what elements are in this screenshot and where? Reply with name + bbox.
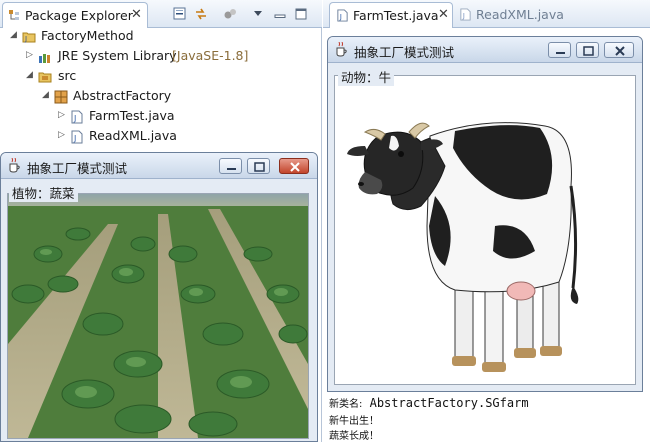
minimize-button[interactable]	[548, 42, 571, 58]
tab-label: FarmTest.java	[353, 8, 439, 23]
maximize-icon	[254, 162, 265, 172]
tree-item-label: ReadXML.java	[89, 128, 177, 143]
close-icon	[615, 46, 625, 56]
java-file-icon: J	[337, 9, 348, 22]
svg-text:J: J	[73, 114, 76, 123]
source-folder-icon	[38, 72, 52, 83]
svg-text:J: J	[462, 11, 465, 20]
java-file-icon: J	[460, 8, 471, 21]
expanded-arrow-icon[interactable]: ◢	[42, 90, 49, 100]
package-explorer-icon	[9, 10, 19, 20]
maximize-button[interactable]	[576, 42, 599, 58]
maximize-icon	[583, 46, 594, 56]
maximize-view-icon[interactable]	[293, 6, 309, 22]
library-icon	[39, 54, 50, 63]
cabbage-field-image	[8, 194, 308, 438]
close-icon	[290, 162, 300, 172]
package-explorer-tab-label: Package Explorer	[25, 8, 133, 23]
tree-item-package[interactable]: ◢ AbstractFactory	[0, 87, 300, 107]
collapse-all-icon[interactable]	[172, 6, 188, 22]
view-menu-icon[interactable]	[250, 6, 266, 22]
expanded-arrow-icon[interactable]: ◢	[26, 70, 33, 80]
animal-window-titlebar[interactable]: 抽象工厂模式测试	[328, 37, 642, 63]
minimize-icon	[227, 168, 236, 170]
animal-panel-label: 动物：牛	[338, 67, 395, 86]
tree-item-project[interactable]: ◢ J FactoryMethod	[0, 27, 300, 47]
animal-panel	[334, 75, 636, 385]
plant-panel	[7, 193, 309, 439]
package-icon	[54, 90, 68, 104]
tree-item-label: AbstractFactory	[73, 88, 172, 103]
link-with-editor-icon[interactable]	[193, 6, 209, 22]
console-line-prefix: 新类名:	[329, 399, 363, 410]
tree-item-suffix: [JavaSE-1.8]	[172, 48, 249, 63]
tree-item-jre-library[interactable]: ▷ JRE System Library [JavaSE-1.8]	[0, 47, 300, 67]
tab-readxml[interactable]: J ReadXML.java	[455, 2, 575, 28]
svg-text:J: J	[73, 134, 76, 143]
java-file-icon: J	[71, 110, 83, 124]
window-title: 抽象工厂模式测试	[354, 45, 455, 60]
minimize-view-icon[interactable]	[272, 6, 288, 22]
maximize-button[interactable]	[247, 158, 270, 174]
java-project-icon: J	[22, 32, 36, 43]
expanded-arrow-icon[interactable]: ◢	[10, 30, 17, 40]
console-output: 新类名: AbstractFactory.SGfarm 新牛出生！ 蔬菜长成！	[323, 392, 650, 442]
java-cup-icon	[336, 42, 347, 57]
focus-on-working-set-icon[interactable]	[222, 6, 238, 22]
tree-item-readxml[interactable]: ▷ J ReadXML.java	[0, 127, 300, 147]
tab-package-explorer[interactable]: Package Explorer ✕	[2, 2, 148, 28]
close-button[interactable]	[279, 158, 309, 174]
svg-text:J: J	[24, 35, 27, 43]
minimize-button[interactable]	[219, 158, 242, 174]
svg-text:J: J	[339, 12, 342, 21]
cow-image	[347, 122, 579, 372]
tree-item-label: JRE System Library	[58, 48, 177, 63]
console-line: 蔬菜长成！	[329, 431, 379, 442]
tab-label: ReadXML.java	[476, 7, 564, 22]
console-line-value: AbstractFactory.SGfarm	[369, 396, 529, 410]
animal-window: 抽象工厂模式测试 动物：牛	[327, 36, 643, 392]
collapsed-arrow-icon[interactable]: ▷	[58, 130, 65, 140]
close-button[interactable]	[604, 42, 634, 58]
java-file-icon: J	[71, 130, 83, 144]
collapsed-arrow-icon[interactable]: ▷	[26, 50, 33, 60]
close-icon[interactable]: ✕	[131, 7, 142, 22]
tree-item-label: FactoryMethod	[41, 28, 134, 43]
plant-window-titlebar[interactable]: 抽象工厂模式测试	[1, 153, 317, 179]
tree-item-label: FarmTest.java	[89, 108, 175, 123]
tree-item-label: src	[58, 68, 77, 83]
package-explorer-tabbar: Package Explorer ✕	[0, 0, 322, 28]
collapsed-arrow-icon[interactable]: ▷	[58, 110, 65, 120]
window-title: 抽象工厂模式测试	[27, 161, 128, 176]
java-cup-icon	[9, 158, 20, 173]
close-icon[interactable]: ✕	[438, 7, 449, 22]
editor-tabbar: J FarmTest.java ✕ J ReadXML.java	[323, 0, 650, 28]
tree-item-src[interactable]: ◢ src	[0, 67, 300, 87]
console-line: 新类名: AbstractFactory.SGfarm	[329, 395, 529, 410]
console-line: 新牛出生！	[329, 416, 379, 427]
plant-window: 抽象工厂模式测试 植物：蔬菜	[0, 152, 318, 442]
tab-farmtest[interactable]: J FarmTest.java ✕	[329, 2, 453, 28]
plant-panel-label: 植物：蔬菜	[9, 183, 78, 202]
tree-item-farmtest[interactable]: ▷ J FarmTest.java	[0, 107, 300, 127]
minimize-icon	[556, 52, 565, 54]
